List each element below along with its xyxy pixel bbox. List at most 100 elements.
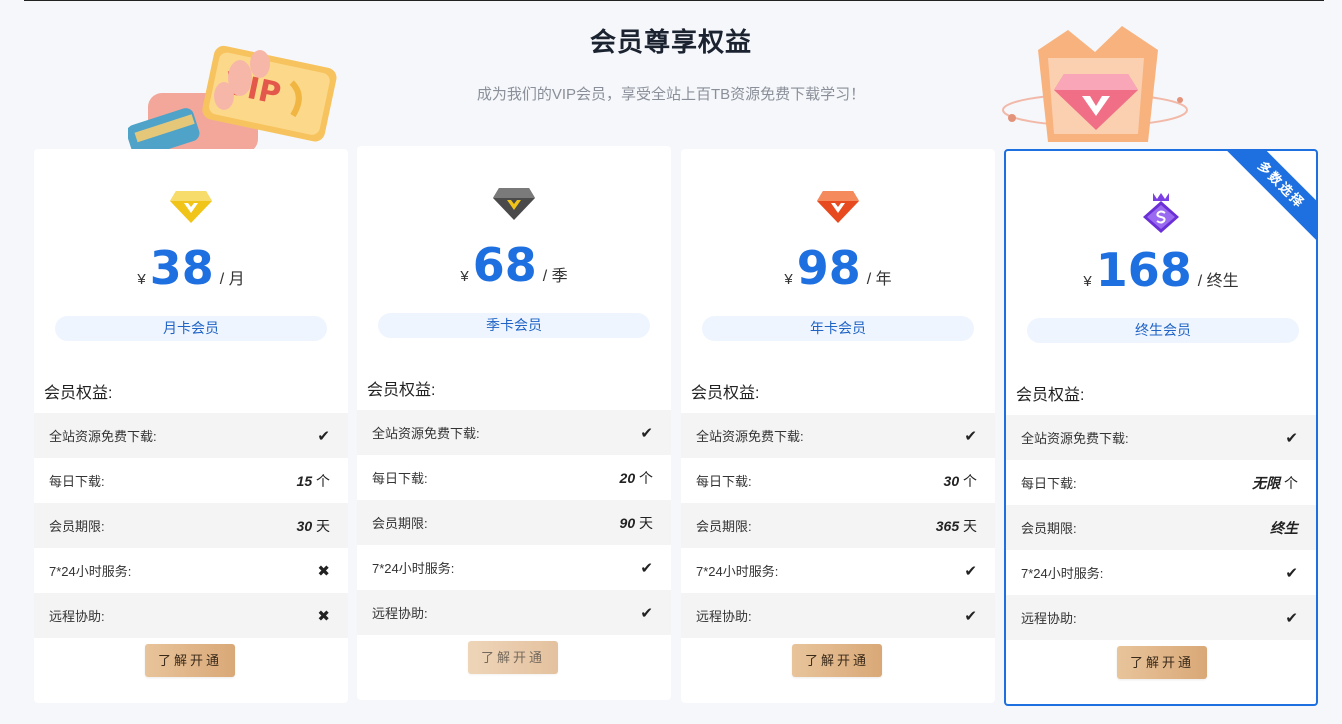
price: ¥ 98 / 年 — [681, 245, 995, 291]
benefit-value: 终生 — [1270, 519, 1298, 536]
currency-symbol: ¥ — [784, 271, 793, 288]
benefit-label: 7*24小时服务: — [696, 564, 779, 579]
benefit-row-membership-term: 会员期限: 90 天 — [357, 500, 671, 545]
page-header: 会员尊享权益 成为我们的VIP会员，享受全站上百TB资源免费下载学习！ — [0, 22, 1342, 104]
benefit-row-daily-downloads: 每日下载: 30 个 — [681, 458, 995, 503]
price: ¥ 68 / 季 — [357, 242, 671, 288]
plan-name-badge: 季卡会员 — [378, 313, 650, 338]
benefits-list: 全站资源免费下载: ✔ 每日下载: 15 个 会员期限: 30 天 7*24小时服务:… — [34, 413, 348, 638]
check-icon: ✔ — [964, 607, 977, 625]
benefit-label: 每日下载: — [696, 474, 752, 489]
currency-symbol: ¥ — [1083, 273, 1092, 290]
benefit-label: 远程协助: — [372, 606, 428, 621]
cross-icon: ✖ — [317, 562, 330, 580]
check-icon: ✔ — [317, 427, 330, 445]
check-icon: ✔ — [1285, 609, 1298, 627]
check-icon: ✔ — [1285, 564, 1298, 582]
benefit-row-membership-term: 会员期限: 30 天 — [34, 503, 348, 548]
benefit-label: 会员期限: — [696, 519, 752, 534]
crown-gem-icon — [1006, 191, 1316, 233]
price-amount: 38 — [149, 241, 214, 295]
benefit-row-24-7-service: 7*24小时服务: ✖ — [34, 548, 348, 593]
benefit-row-daily-downloads: 每日下载: 无限 个 — [1006, 460, 1316, 505]
benefit-row-24-7-service: 7*24小时服务: ✔ — [1006, 550, 1316, 595]
benefits-list: 全站资源免费下载: ✔ 每日下载: 无限 个 会员期限: 终生 7*24小时服务: ✔ … — [1006, 415, 1316, 640]
gem-icon — [34, 189, 348, 229]
plan-name-badge: 年卡会员 — [702, 316, 974, 341]
benefit-row-free-download: 全站资源免费下载: ✔ — [1006, 415, 1316, 460]
benefit-label: 远程协助: — [696, 609, 752, 624]
price-unit: / 年 — [866, 271, 892, 288]
price-unit: / 终生 — [1197, 273, 1239, 290]
benefits-list: 全站资源免费下载: ✔ 每日下载: 30 个 会员期限: 365 天 7*24小时服务… — [681, 413, 995, 638]
learn-subscribe-button[interactable]: 了解开通 — [792, 644, 882, 677]
price-unit: / 月 — [219, 271, 245, 288]
benefit-label: 每日下载: — [372, 471, 428, 486]
benefit-row-membership-term: 会员期限: 365 天 — [681, 503, 995, 548]
check-icon: ✔ — [964, 562, 977, 580]
benefit-label: 全站资源免费下载: — [372, 426, 480, 441]
page-subtitle: 成为我们的VIP会员，享受全站上百TB资源免费下载学习！ — [476, 86, 866, 103]
check-icon: ✔ — [1285, 429, 1298, 447]
check-icon: ✔ — [640, 604, 653, 622]
price-amount: 68 — [472, 238, 537, 292]
gem-icon — [681, 189, 995, 229]
benefit-label: 全站资源免费下载: — [696, 429, 804, 444]
plan-name-badge: 月卡会员 — [55, 316, 327, 341]
benefit-row-free-download: 全站资源免费下载: ✔ — [357, 410, 671, 455]
plan-card-yearly: ¥ 98 / 年 年卡会员 会员权益: 全站资源免费下载: ✔ 每日下载: 30 个… — [681, 149, 995, 703]
top-divider — [24, 0, 1324, 1]
benefit-label: 远程协助: — [49, 609, 105, 624]
benefits-title: 会员权益: — [1016, 387, 1085, 404]
benefits-title: 会员权益: — [44, 385, 113, 402]
price: ¥ 38 / 月 — [34, 245, 348, 291]
benefit-label: 远程协助: — [1021, 611, 1077, 626]
benefit-label: 每日下载: — [1021, 476, 1077, 491]
benefit-row-remote-assist: 远程协助: ✖ — [34, 593, 348, 638]
benefit-value: 90 天 — [619, 514, 653, 531]
benefit-row-remote-assist: 远程协助: ✔ — [681, 593, 995, 638]
plan-card-quarterly: ¥ 68 / 季 季卡会员 会员权益: 全站资源免费下载: ✔ 每日下载: 20 个… — [357, 146, 671, 700]
page-title: 会员尊享权益 — [589, 27, 752, 57]
benefit-value: 无限 个 — [1252, 474, 1298, 491]
benefit-row-daily-downloads: 每日下载: 15 个 — [34, 458, 348, 503]
benefit-label: 7*24小时服务: — [49, 564, 132, 579]
price-amount: 98 — [796, 241, 861, 295]
benefit-value: 15 个 — [296, 472, 330, 489]
benefit-row-membership-term: 会员期限: 终生 — [1006, 505, 1316, 550]
check-icon: ✔ — [640, 424, 653, 442]
benefit-value: 365 天 — [935, 517, 977, 534]
currency-symbol: ¥ — [460, 268, 469, 285]
learn-subscribe-button[interactable]: 了解开通 — [1117, 646, 1207, 679]
benefit-row-free-download: 全站资源免费下载: ✔ — [681, 413, 995, 458]
benefit-row-free-download: 全站资源免费下载: ✔ — [34, 413, 348, 458]
learn-subscribe-button[interactable]: 了解开通 — [145, 644, 235, 677]
benefit-label: 7*24小时服务: — [1021, 566, 1104, 581]
benefit-row-remote-assist: 远程协助: ✔ — [1006, 595, 1316, 640]
benefit-row-24-7-service: 7*24小时服务: ✔ — [681, 548, 995, 593]
benefit-label: 7*24小时服务: — [372, 561, 455, 576]
benefits-list: 全站资源免费下载: ✔ 每日下载: 20 个 会员期限: 90 天 7*24小时服务:… — [357, 410, 671, 635]
cross-icon: ✖ — [317, 607, 330, 625]
benefit-label: 会员期限: — [49, 519, 105, 534]
benefit-row-24-7-service: 7*24小时服务: ✔ — [357, 545, 671, 590]
plan-card-monthly: ¥ 38 / 月 月卡会员 会员权益: 全站资源免费下载: ✔ 每日下载: 15 个… — [34, 149, 348, 703]
gem-icon — [357, 186, 671, 226]
benefit-value: 20 个 — [619, 469, 653, 486]
price-unit: / 季 — [542, 268, 568, 285]
check-icon: ✔ — [640, 559, 653, 577]
benefit-value: 30 天 — [296, 517, 330, 534]
plan-card-lifetime: 多数选择 ¥ 168 / 终生 终生会员 会员权益: 全站资源免费下载: ✔ 每日… — [1004, 149, 1318, 706]
benefit-value: 30 个 — [943, 472, 977, 489]
check-icon: ✔ — [964, 427, 977, 445]
benefit-label: 会员期限: — [1021, 521, 1077, 536]
benefit-label: 会员期限: — [372, 516, 428, 531]
price: ¥ 168 / 终生 — [1006, 247, 1316, 293]
benefits-title: 会员权益: — [367, 382, 436, 399]
price-amount: 168 — [1095, 243, 1192, 297]
benefit-label: 每日下载: — [49, 474, 105, 489]
currency-symbol: ¥ — [137, 271, 146, 288]
benefit-row-remote-assist: 远程协助: ✔ — [357, 590, 671, 635]
learn-subscribe-button[interactable]: 了解开通 — [468, 641, 558, 674]
benefit-row-daily-downloads: 每日下载: 20 个 — [357, 455, 671, 500]
